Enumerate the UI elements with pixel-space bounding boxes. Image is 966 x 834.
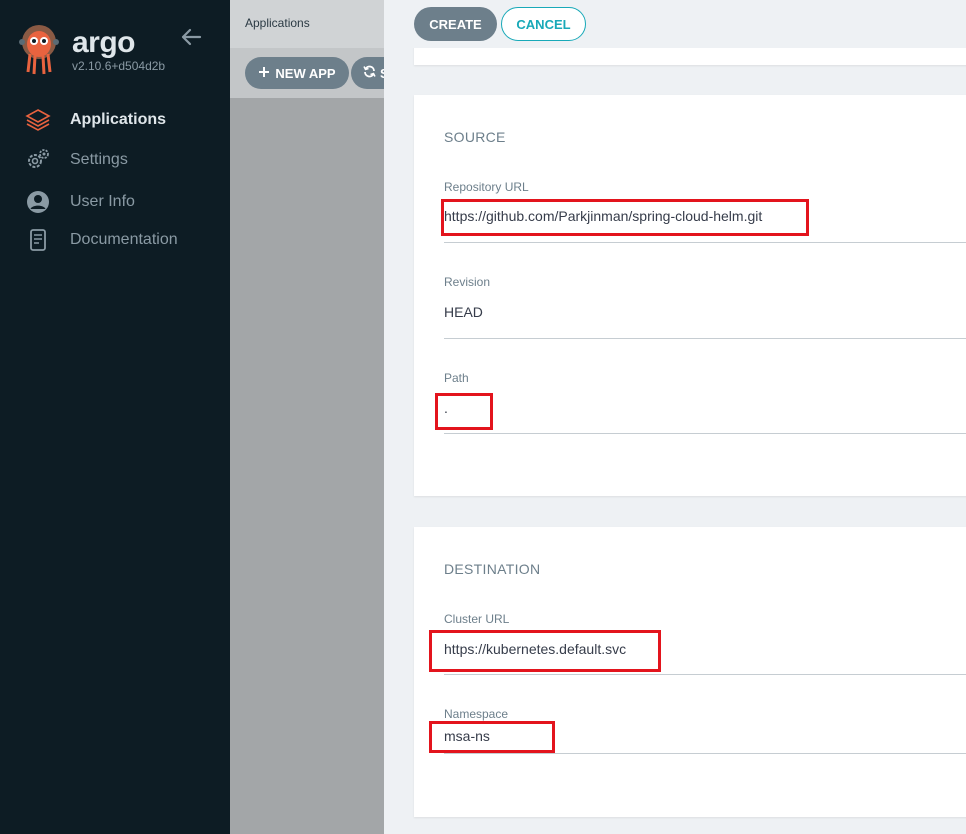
cluster-url-label: Cluster URL [444,612,510,626]
panel-header: CREATE CANCEL [384,0,966,48]
revision-underline [444,338,966,339]
revision-input[interactable]: HEAD [444,304,483,320]
page-title: Applications [245,16,310,30]
sidebar-item-label: Settings [70,151,128,168]
sidebar-item-applications[interactable]: Applications [24,105,224,135]
namespace-label: Namespace [444,707,509,721]
version-label: v2.10.6+d504d2b [72,59,166,73]
top-bar: Applications [230,0,384,48]
source-section-title: SOURCE [444,129,506,145]
new-app-button[interactable]: NEW APP [245,57,349,89]
create-app-panel: CREATE CANCEL SOURCE Repository URL http… [384,0,966,834]
sidebar-item-label: User Info [70,193,135,210]
gears-icon [24,148,52,172]
sidebar-item-label: Documentation [70,231,178,248]
destination-section-title: DESTINATION [444,561,541,577]
argo-octopus-logo-icon [19,25,59,75]
path-label: Path [444,371,469,385]
brand-name: argo [72,26,136,59]
highlight-box [429,721,555,753]
highlight-box [429,630,661,672]
repo-url-label: Repository URL [444,180,529,194]
sync-icon [363,65,376,81]
collapse-sidebar-arrow-icon[interactable] [180,26,202,48]
sidebar-item-label: Applications [70,111,167,128]
toolbar: NEW APP S [230,48,384,98]
sidebar-item-settings[interactable]: Settings [24,145,224,175]
layers-icon [24,108,52,132]
user-icon [24,190,52,214]
background-overlay: Applications NEW APP S [230,0,384,834]
book-icon [24,228,52,252]
cancel-button[interactable]: CANCEL [501,7,586,41]
destination-card: DESTINATION Cluster URL https://kubernet… [414,527,966,817]
cluster-url-underline [444,674,966,675]
namespace-underline [444,753,966,754]
sidebar-item-user-info[interactable]: User Info [24,187,224,217]
repo-url-underline [444,242,966,243]
sidebar: argo v2.10.6+d504d2b Applications Settin… [0,0,230,834]
highlight-box [435,393,493,430]
revision-label: Revision [444,275,491,289]
plus-icon [258,66,270,81]
path-underline [444,433,966,434]
sync-apps-button[interactable]: S [351,57,384,89]
source-card: SOURCE Repository URL https://github.com… [414,95,966,496]
highlight-box [441,199,809,236]
new-app-label: NEW APP [275,65,336,81]
sidebar-item-documentation[interactable]: Documentation [24,225,224,255]
create-button[interactable]: CREATE [414,7,497,41]
